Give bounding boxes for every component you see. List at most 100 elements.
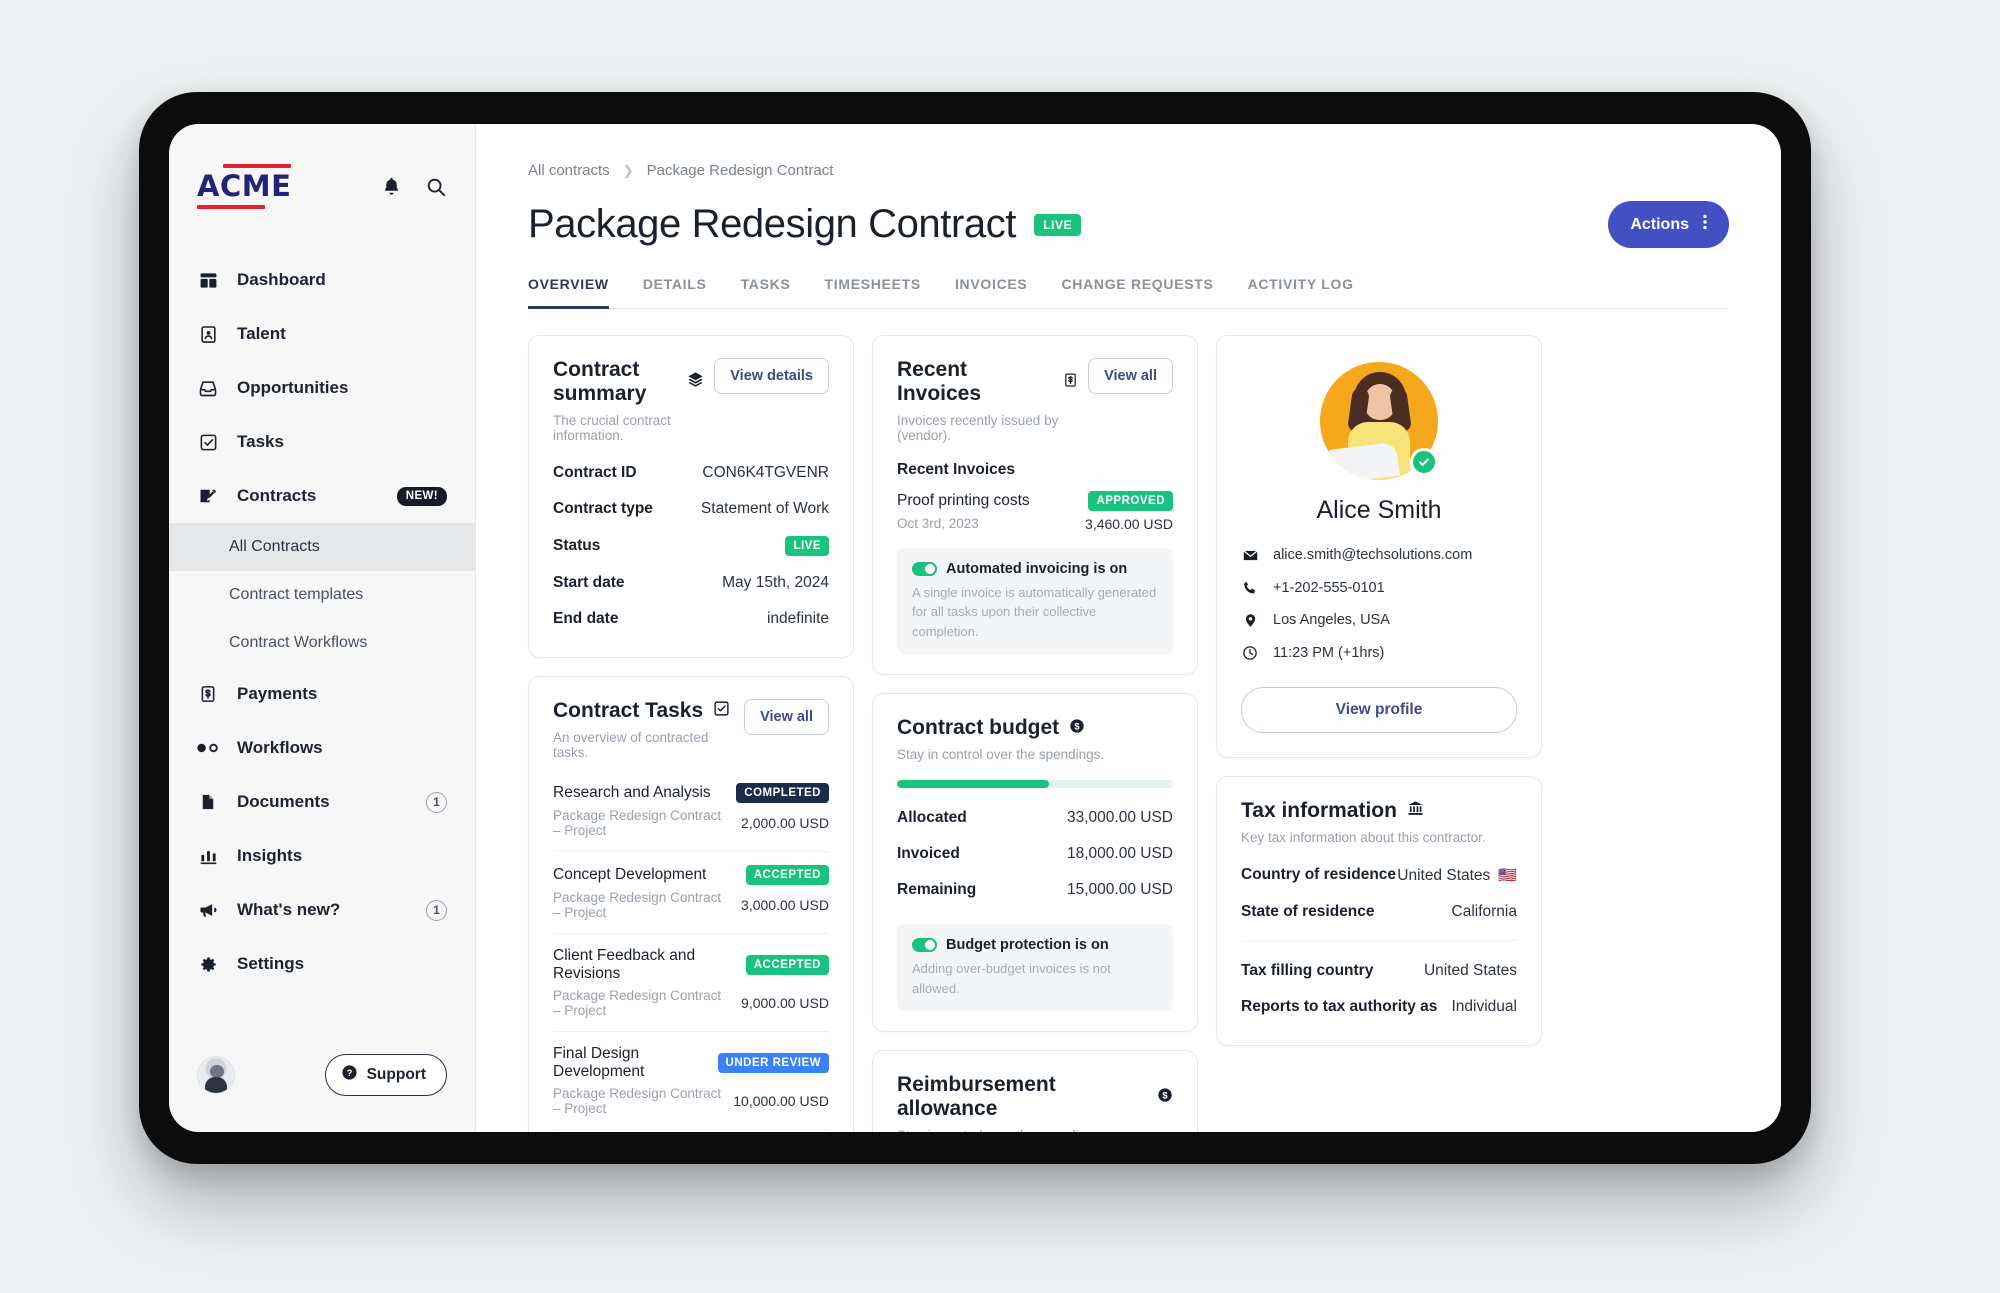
sidebar-item-talent[interactable]: Talent xyxy=(169,307,475,361)
tab-tasks[interactable]: TASKS xyxy=(741,276,791,309)
task-name: Client Feedback and Revisions xyxy=(553,946,696,982)
table-row: State of residence California xyxy=(1241,894,1517,930)
view-profile-button[interactable]: View profile xyxy=(1241,686,1517,733)
acme-logo[interactable]: ACME xyxy=(197,164,292,209)
card-subtitle: Stay in control over the spendings. xyxy=(897,747,1105,762)
note-title: Automated invoicing is on xyxy=(946,560,1128,577)
contract-tasks-title: Contract Tasks xyxy=(553,698,704,722)
sidebar-item-settings[interactable]: Settings xyxy=(169,937,475,991)
breadcrumb-separator-icon: ❯ xyxy=(622,162,634,178)
view-all-button[interactable]: View all xyxy=(744,698,829,735)
sidebar-item-workflows[interactable]: Workflows xyxy=(169,721,475,775)
sidebar-subitem-label: All Contracts xyxy=(229,538,320,555)
tab-change-requests[interactable]: CHANGE REQUESTS xyxy=(1061,276,1213,309)
list-item[interactable]: Production PreparationPENDING Package Re… xyxy=(553,1128,829,1133)
sidebar-item-insights[interactable]: Insights xyxy=(169,829,475,883)
invoice-amount: 3,460.00 USD xyxy=(1085,515,1173,532)
row-value: Individual xyxy=(1451,997,1518,1015)
card-subtitle: The crucial contract information. xyxy=(553,412,671,443)
task-name: Research and Analysis xyxy=(553,783,711,801)
tab-activity-log[interactable]: ACTIVITY LOG xyxy=(1248,276,1354,309)
bank-icon xyxy=(1407,799,1424,823)
sidebar-subitem-contract-templates[interactable]: Contract templates xyxy=(169,571,475,619)
contact-location: Los Angeles, USA xyxy=(1241,604,1517,637)
breadcrumb: All contracts ❯ Package Redesign Contrac… xyxy=(528,162,1729,179)
svg-text:$: $ xyxy=(1162,1090,1168,1100)
card-title: Tax information xyxy=(1241,799,1517,823)
list-item[interactable]: Client Feedback and Revisions ACCEPTED Pa… xyxy=(553,932,829,1031)
reimbursement-allowance-card: Reimbursement allowance $ Stay in contro… xyxy=(872,1050,1198,1132)
view-all-button[interactable]: View all xyxy=(1088,357,1173,394)
contract-budget-card: Contract budget $ Stay in control over t… xyxy=(872,693,1198,1032)
tasks-icon xyxy=(197,433,219,452)
sidebar-item-opportunities[interactable]: Opportunities xyxy=(169,361,475,415)
list-item[interactable]: Concept Development ACCEPTED Package Rede… xyxy=(553,850,829,933)
invoice-date: Oct 3rd, 2023 xyxy=(897,516,979,531)
list-item[interactable]: Final Design Development UNDER REVIEW Pac… xyxy=(553,1030,829,1129)
sidebar-item-documents[interactable]: Documents 1 xyxy=(169,775,475,829)
breadcrumb-root[interactable]: All contracts xyxy=(528,162,610,179)
page-root: ACME Dashboard Talent Opportunities Task… xyxy=(0,0,2000,1293)
sidebar-subitem-all-contracts[interactable]: All Contracts xyxy=(169,523,475,571)
sidebar-item-contracts[interactable]: Contracts NEW! xyxy=(169,469,475,523)
search-icon[interactable] xyxy=(425,176,447,198)
list-item[interactable]: Research and Analysis COMPLETED Package R… xyxy=(553,770,829,851)
sidebar-subitem-contract-workflows[interactable]: Contract Workflows xyxy=(169,619,475,667)
card-title: Reimbursement allowance $ xyxy=(897,1073,1173,1121)
row-key: Reports to tax authority as xyxy=(1241,997,1438,1015)
view-details-button[interactable]: View details xyxy=(714,357,829,394)
help-icon: ? xyxy=(341,1064,358,1086)
budget-rows: Allocated 33,000.00 USD Invoiced 18,000.… xyxy=(897,800,1173,908)
count-badge: 1 xyxy=(426,791,447,813)
tab-details[interactable]: DETAILS xyxy=(643,276,707,309)
table-row: Contract type Statement of Work xyxy=(553,491,829,527)
sidebar-nav: Dashboard Talent Opportunities Tasks Con… xyxy=(169,253,475,1054)
recent-invoices-card: Recent Invoices Invoices recently issued… xyxy=(872,334,1198,675)
sidebar-item-label: Documents xyxy=(237,792,330,811)
sidebar-item-dashboard[interactable]: Dashboard xyxy=(169,253,475,307)
contact-email[interactable]: alice.smith@techsolutions.com xyxy=(1241,539,1517,572)
task-project: Package Redesign Contract – Project xyxy=(553,1085,722,1116)
sidebar-item-whats-new[interactable]: What's new? 1 xyxy=(169,883,475,937)
card-subtitle: Key tax information about this contracto… xyxy=(1241,829,1486,845)
list-item[interactable]: Proof printing costs APPROVED Oct 3rd, 2… xyxy=(897,490,1173,532)
toggle-switch[interactable] xyxy=(912,561,937,576)
table-row: Start date May 15th, 2024 xyxy=(553,565,829,601)
contract-summary-card: Contract summary The crucial contract in… xyxy=(528,334,854,658)
actions-button[interactable]: Actions xyxy=(1608,201,1729,248)
column-right: Alice Smith alice.smith@techsolutions.co… xyxy=(1216,334,1542,1133)
contracts-icon xyxy=(197,486,219,506)
sidebar-item-label: Tasks xyxy=(237,432,284,451)
card-subtitle: Stay in control over the spendings. xyxy=(897,1128,1173,1132)
main-inner: All contracts ❯ Package Redesign Contrac… xyxy=(476,124,1781,1132)
tab-bar: OVERVIEW DETAILS TASKS TIMESHEETS INVOIC… xyxy=(528,276,1729,309)
tab-overview[interactable]: OVERVIEW xyxy=(528,276,609,309)
sidebar-item-payments[interactable]: Payments xyxy=(169,667,475,721)
sidebar-item-label: Dashboard xyxy=(237,270,326,289)
sidebar-item-tasks[interactable]: Tasks xyxy=(169,415,475,469)
tax-rows-top: Country of residence United States 🇺🇸 Sta… xyxy=(1241,857,1517,930)
avatar[interactable] xyxy=(197,1056,235,1094)
opportunities-icon xyxy=(197,378,219,398)
profile-card: Alice Smith alice.smith@techsolutions.co… xyxy=(1216,334,1542,758)
support-button[interactable]: ? Support xyxy=(324,1054,447,1096)
row-value: Statement of Work xyxy=(700,499,829,517)
sidebar-subitem-label: Contract templates xyxy=(229,586,364,603)
task-amount: 9,000.00 USD xyxy=(741,994,829,1011)
table-row: Tax filling country United States xyxy=(1241,953,1517,989)
toggle-switch[interactable] xyxy=(912,938,937,952)
budget-protection-note: Budget protection is on Adding over-budg… xyxy=(897,924,1173,1011)
tab-timesheets[interactable]: TIMESHEETS xyxy=(825,276,921,309)
breadcrumb-current: Package Redesign Contract xyxy=(646,162,834,179)
note-body: Adding over-budget invoices is not allow… xyxy=(912,961,1111,996)
bell-icon[interactable] xyxy=(381,176,402,197)
contract-budget-title: Contract budget xyxy=(897,716,1060,739)
row-key: Allocated xyxy=(897,809,967,826)
payments-icon xyxy=(197,685,219,703)
tab-invoices[interactable]: INVOICES xyxy=(955,276,1028,309)
card-title: Contract budget $ xyxy=(897,716,1173,740)
contact-phone[interactable]: +1-202-555-0101 xyxy=(1241,572,1517,604)
invoice-name: Proof printing costs xyxy=(897,491,1030,509)
task-status-badge: UNDER REVIEW xyxy=(717,1052,829,1073)
row-key: Tax filling country xyxy=(1241,961,1374,979)
